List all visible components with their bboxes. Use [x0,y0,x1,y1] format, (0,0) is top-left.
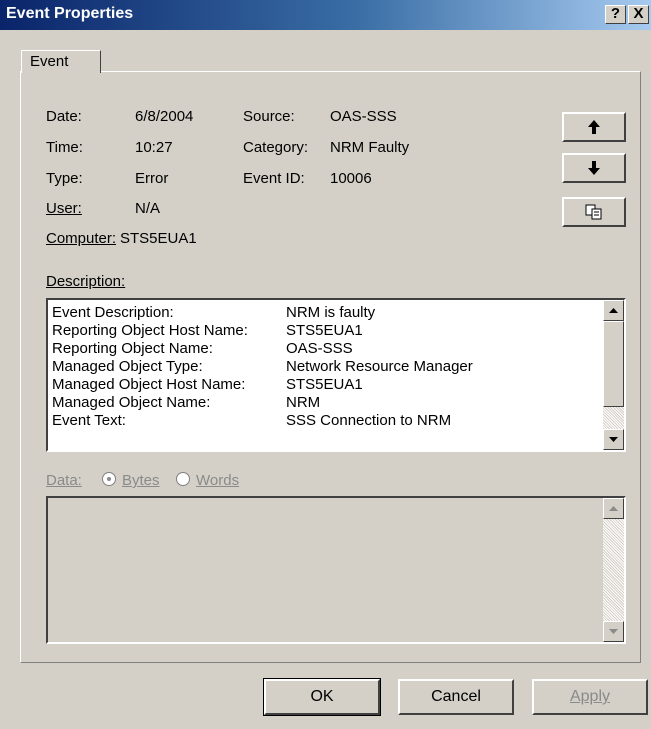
category-label: Category: [243,139,309,156]
bytes-label: Bytes [122,472,160,489]
description-key: Event Description: [52,304,174,321]
scroll-up-button[interactable] [603,300,624,321]
ok-button[interactable]: OK [263,678,381,716]
next-event-button[interactable] [562,153,626,183]
words-radio[interactable] [176,472,190,486]
description-key: Managed Object Type: [52,358,203,375]
event-id-value: 10006 [330,170,372,187]
event-id-label: Event ID: [243,170,305,187]
data-scroll-up-button[interactable] [603,498,624,519]
description-value: STS5EUA1 [286,376,363,393]
scroll-down-arrow-icon [609,629,618,634]
user-value: N/A [135,200,161,217]
description-key: Event Text: [52,412,126,429]
copy-button[interactable] [562,197,626,227]
tab-event[interactable]: Event [21,50,101,73]
apply-button[interactable]: Apply [532,679,648,715]
description-value: SSS Connection to NRM [286,412,452,429]
description-key: Reporting Object Name: [52,340,213,357]
time-label: Time: [46,139,83,156]
description-scrollbar[interactable] [603,300,624,450]
computer-label: Computer: [46,230,117,247]
window-title: Event Properties [6,5,134,22]
help-button[interactable]: ? [605,5,626,24]
previous-event-button[interactable] [562,112,626,142]
scroll-thumb[interactable] [603,321,624,407]
description-value: NRM is faulty [286,304,376,321]
tab-event-label: Event [30,53,69,70]
description-key: Managed Object Host Name: [52,376,246,393]
user-label: User: [46,200,82,217]
scroll-up-arrow-icon [609,308,618,313]
date-value: 6/8/2004 [135,108,194,125]
source-value: OAS-SSS [330,108,397,125]
scroll-up-arrow-icon [609,506,618,511]
source-label: Source: [243,108,295,125]
cancel-button[interactable]: Cancel [398,679,514,715]
description-key: Managed Object Name: [52,394,211,411]
description-value: NRM [286,394,321,411]
description-label: Description: [46,273,126,290]
apply-label: Apply [569,688,611,705]
description-value: STS5EUA1 [286,322,363,339]
words-label: Words [196,472,240,489]
description-value: Network Resource Manager [286,358,473,375]
type-value: Error [135,170,169,187]
data-scrollbar[interactable] [603,498,624,642]
data-label: Data: [46,472,82,489]
arrow-up-icon [588,120,600,134]
arrow-down-icon [588,161,600,175]
type-label: Type: [46,170,83,187]
time-value: 10:27 [135,139,173,156]
computer-value: STS5EUA1 [120,230,197,247]
title-bar: Event Properties ? X [0,0,651,30]
description-value: OAS-SSS [286,340,353,357]
date-label: Date: [46,108,82,125]
bytes-radio[interactable] [102,472,116,486]
scroll-down-button[interactable] [603,429,624,450]
data-scroll-down-button[interactable] [603,621,624,642]
data-box[interactable] [46,496,626,644]
scroll-down-arrow-icon [609,437,618,442]
close-button[interactable]: X [628,5,649,24]
description-key: Reporting Object Host Name: [52,322,248,339]
description-box[interactable]: Event Description: NRM is faulty Reportin… [46,298,626,452]
category-value: NRM Faulty [330,139,410,156]
copy-icon [585,204,602,220]
